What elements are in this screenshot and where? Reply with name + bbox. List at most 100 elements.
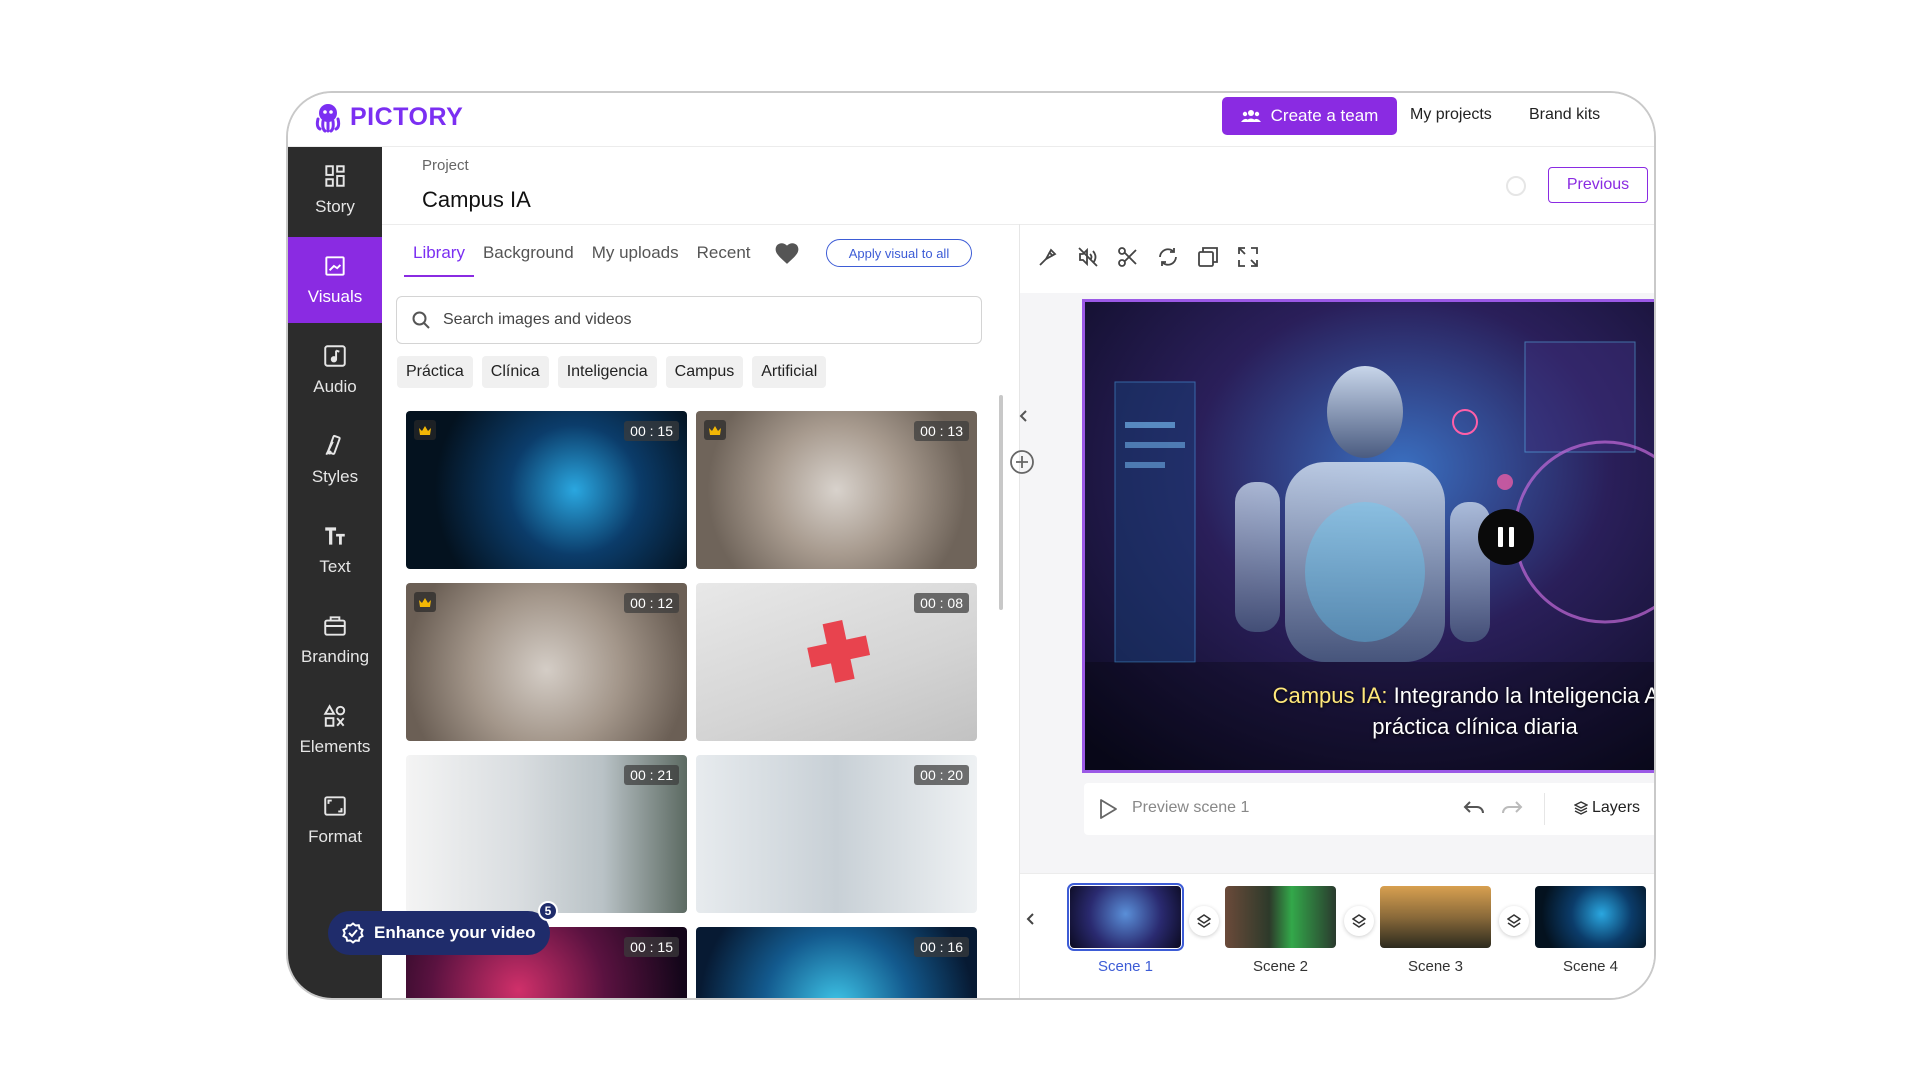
palette-icon bbox=[325, 434, 341, 456]
video-preview[interactable]: Campus IA: Integrando la Inteligencia Ar… bbox=[1082, 299, 1656, 773]
crown-icon bbox=[414, 592, 436, 612]
project-label: Project bbox=[422, 157, 469, 174]
tab-recent[interactable]: Recent bbox=[688, 241, 760, 277]
layers-icon bbox=[1352, 914, 1366, 928]
scene-image bbox=[1067, 883, 1184, 951]
favorites-heart-icon[interactable] bbox=[774, 241, 800, 265]
tab-background[interactable]: Background bbox=[474, 241, 583, 277]
sidebar-item-label: Story bbox=[315, 197, 355, 216]
layers-icon bbox=[1574, 801, 1588, 815]
sidebar-item-audio[interactable]: Audio bbox=[288, 327, 382, 413]
briefcase-icon bbox=[324, 616, 346, 636]
create-team-label: Create a team bbox=[1270, 106, 1379, 125]
media-thumbnail[interactable]: 00 : 20 bbox=[696, 755, 977, 913]
media-thumbnail[interactable]: 00 : 08 bbox=[696, 583, 977, 741]
redo-icon[interactable] bbox=[1500, 798, 1524, 818]
enhance-video-button[interactable]: Enhance your video bbox=[328, 911, 550, 955]
search-input[interactable] bbox=[443, 311, 943, 329]
aspect-ratio-icon bbox=[324, 796, 346, 816]
sidebar-item-label: Visuals bbox=[307, 287, 363, 306]
layers-button[interactable]: Layers bbox=[1574, 799, 1640, 817]
pause-button[interactable] bbox=[1478, 509, 1534, 565]
caption-line-2: práctica clínica diaria bbox=[1372, 714, 1578, 739]
media-thumbnail[interactable]: 00 : 12 bbox=[406, 583, 687, 741]
chevron-left-icon[interactable] bbox=[1016, 408, 1032, 424]
scene-image bbox=[1535, 886, 1646, 948]
notification-badge: 5 bbox=[538, 901, 558, 921]
tab-library[interactable]: Library bbox=[404, 241, 474, 277]
previous-button[interactable]: Previous bbox=[1548, 167, 1648, 203]
project-title[interactable]: Campus IA bbox=[422, 187, 531, 213]
scene-thumbnail-4[interactable]: Scene 4 bbox=[1535, 886, 1646, 975]
scene-timeline: Scene 1 Scene 2 Scene 3 Scene 4 bbox=[1020, 873, 1654, 998]
sidebar-item-visuals[interactable]: Visuals bbox=[288, 237, 382, 323]
sidebar-item-branding[interactable]: Branding bbox=[288, 597, 382, 683]
keyword-chip[interactable]: Inteligencia bbox=[557, 356, 657, 388]
chevron-left-icon[interactable] bbox=[1024, 912, 1038, 926]
medical-cross-icon bbox=[807, 620, 871, 683]
tab-my-uploads[interactable]: My uploads bbox=[583, 241, 688, 277]
grid-icon bbox=[325, 165, 345, 187]
scene-caption: Campus IA: Integrando la Inteligencia Ar… bbox=[1225, 680, 1656, 742]
logo[interactable]: PICTORY bbox=[312, 101, 463, 133]
media-thumbnail[interactable]: 00 : 15 bbox=[406, 411, 687, 569]
sidebar-item-format[interactable]: Format bbox=[288, 777, 382, 863]
sidebar-item-label: Branding bbox=[300, 647, 370, 666]
top-bar: PICTORY Create a team My projects Brand … bbox=[288, 93, 1654, 147]
keyword-chip[interactable]: Clínica bbox=[481, 356, 549, 388]
create-team-button[interactable]: Create a team bbox=[1222, 97, 1397, 135]
scene-thumbnail-3[interactable]: Scene 3 bbox=[1380, 886, 1491, 975]
caption-highlight: Campus IA: bbox=[1272, 683, 1388, 708]
my-projects-link[interactable]: My projects bbox=[1410, 106, 1492, 124]
keyword-chip[interactable]: Campus bbox=[665, 356, 744, 388]
add-scene-icon[interactable] bbox=[1009, 449, 1035, 475]
control-separator bbox=[1544, 793, 1545, 825]
apply-visual-to-all-button[interactable]: Apply visual to all bbox=[826, 239, 972, 267]
preview-controls: Preview scene 1 Layers bbox=[1084, 783, 1654, 835]
fullscreen-icon[interactable] bbox=[1236, 245, 1260, 269]
undo-icon[interactable] bbox=[1462, 798, 1486, 818]
duration-badge: 00 : 15 bbox=[624, 421, 679, 441]
loading-spinner-icon bbox=[1506, 176, 1526, 196]
layers-icon bbox=[1197, 914, 1211, 928]
preview-toolbar bbox=[1036, 245, 1260, 269]
play-icon[interactable] bbox=[1098, 798, 1118, 820]
mute-icon[interactable] bbox=[1076, 245, 1100, 269]
keyword-chip[interactable]: Artificial bbox=[752, 356, 827, 388]
people-icon bbox=[1240, 110, 1261, 122]
scene-transition-button[interactable] bbox=[1189, 906, 1219, 936]
sidebar-item-elements[interactable]: Elements bbox=[288, 687, 382, 773]
media-thumbnail[interactable]: 00 : 21 bbox=[406, 755, 687, 913]
preview-scene-label[interactable]: Preview scene 1 bbox=[1132, 799, 1249, 817]
duration-badge: 00 : 13 bbox=[914, 421, 969, 441]
media-thumbnail[interactable]: 00 : 13 bbox=[696, 411, 977, 569]
header-divider bbox=[382, 224, 1654, 225]
app-window: PICTORY Create a team My projects Brand … bbox=[286, 91, 1656, 1000]
brand-kits-link[interactable]: Brand kits bbox=[1529, 106, 1600, 124]
search-icon bbox=[412, 311, 430, 329]
keyword-chip[interactable]: Práctica bbox=[397, 356, 473, 388]
sidebar-item-styles[interactable]: Styles bbox=[288, 417, 382, 503]
scene-transition-button[interactable] bbox=[1499, 906, 1529, 936]
duplicate-icon[interactable] bbox=[1196, 245, 1220, 269]
scene-label: Scene 1 bbox=[1097, 958, 1154, 975]
scene-image bbox=[1380, 886, 1491, 948]
media-thumbnail[interactable]: 00 : 16 bbox=[696, 927, 977, 998]
scene-thumbnail-1[interactable]: Scene 1 bbox=[1067, 883, 1184, 975]
library-scrollbar[interactable] bbox=[999, 395, 1003, 610]
search-box bbox=[396, 296, 982, 344]
caption-text: Integrando la Inteligencia Arti bbox=[1387, 683, 1656, 708]
sidebar-item-label: Format bbox=[308, 827, 362, 846]
magic-pen-icon[interactable] bbox=[1036, 245, 1060, 269]
image-icon bbox=[325, 256, 345, 276]
sidebar-item-label: Text bbox=[319, 557, 351, 576]
sidebar-item-text[interactable]: Text bbox=[288, 507, 382, 593]
scene-transition-button[interactable] bbox=[1344, 906, 1374, 936]
scene-thumbnail-2[interactable]: Scene 2 bbox=[1225, 886, 1336, 975]
sidebar-item-story[interactable]: Story bbox=[288, 147, 382, 233]
library-tabs: Library Background My uploads Recent bbox=[404, 241, 760, 277]
scissors-icon[interactable] bbox=[1116, 245, 1140, 269]
shapes-icon bbox=[323, 704, 346, 727]
swap-icon[interactable] bbox=[1156, 245, 1180, 269]
music-note-icon bbox=[324, 345, 346, 367]
